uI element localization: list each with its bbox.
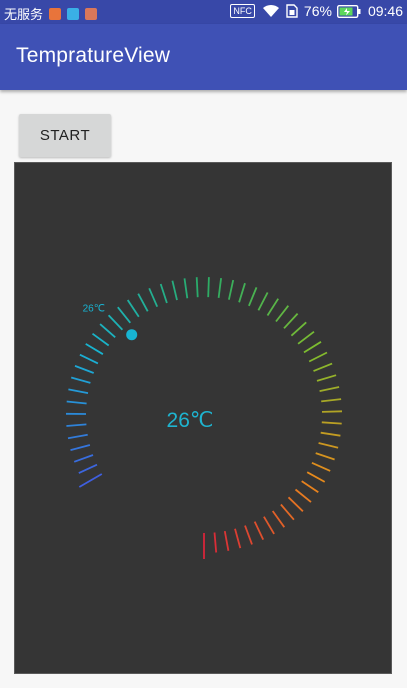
gauge-tick (253, 521, 265, 540)
gauge-tick (318, 442, 339, 449)
gauge-tick (207, 277, 210, 298)
gauge-tick (271, 510, 286, 528)
gauge-tick (91, 332, 110, 347)
gauge-tick (78, 473, 103, 488)
gauge-tick (223, 530, 230, 551)
wifi-icon (262, 4, 280, 18)
gauge-tick (73, 454, 94, 463)
gauge-tick (244, 525, 253, 545)
gauge-tick (217, 277, 222, 299)
gauge-tick (311, 461, 331, 472)
gauge-tick (266, 298, 279, 316)
center-temperature-label: 26℃ (167, 409, 214, 432)
gauge-tick (126, 299, 140, 318)
gauge-tick (99, 323, 116, 338)
status-bar: 无服务 NFC 76% 09:46 (0, 0, 407, 24)
gauge-tick (117, 306, 132, 324)
gauge-tick (148, 287, 159, 308)
gauge-tick (280, 503, 295, 521)
status-right: NFC 76% 09:46 (230, 3, 403, 19)
gauge-tick (74, 365, 95, 374)
gauge-tick (297, 330, 315, 345)
gauge-tick (320, 431, 341, 437)
gauge-tick (137, 293, 149, 312)
gauge-tick (303, 341, 322, 354)
gauge-tick (234, 528, 242, 549)
gauge-tick (321, 410, 343, 413)
message-notification-icon (67, 7, 80, 20)
gauge-tick (321, 398, 342, 403)
gauge-tick (257, 292, 269, 311)
gauge-tick (316, 374, 337, 382)
clock: 09:46 (367, 3, 403, 19)
gauge-tick (306, 471, 326, 483)
gauge-tick (195, 277, 199, 298)
gauge-tick (107, 314, 124, 331)
gauge-tick (321, 421, 342, 425)
nfc-icon: NFC (230, 4, 255, 18)
gauge-tick (238, 282, 246, 303)
app-title: TempratureView (16, 44, 171, 67)
gauge-tick (67, 433, 88, 440)
gauge-tick (70, 444, 91, 451)
gauge-tick (308, 351, 328, 363)
gauge-tick (290, 321, 307, 337)
gauge-tick (287, 496, 304, 512)
gauge-tick (283, 312, 299, 329)
status-left: 无服务 (4, 4, 103, 23)
gauge-tick (301, 480, 319, 494)
mail-notification-icon (49, 7, 62, 20)
gauge-tick (315, 452, 335, 461)
gauge-tick (313, 362, 333, 372)
temperature-view-panel: 26℃ 26℃ (14, 162, 392, 674)
gauge-tick (319, 386, 340, 392)
gauge-tick (70, 376, 91, 384)
start-button[interactable]: START (19, 114, 111, 157)
gauge-tick (66, 423, 87, 427)
gauge-tick (228, 279, 235, 300)
app-notification-icon (85, 7, 98, 20)
gauge-tick (171, 280, 178, 301)
gauge-tick (79, 353, 99, 365)
gauge-tick (85, 343, 104, 355)
gauge-tick (248, 287, 258, 307)
gauge-tick (183, 278, 189, 299)
gauge-tick (159, 283, 168, 304)
gauge-tick (68, 388, 89, 394)
gauge-tick (213, 532, 218, 553)
gauge-tick (66, 400, 87, 405)
indicator-temperature-label: 26℃ (83, 303, 105, 314)
gauge-tick (294, 488, 312, 503)
app-bar: TempratureView (0, 24, 407, 90)
sim-icon (286, 4, 298, 18)
battery-percent: 76% (303, 3, 332, 19)
temperature-indicator-dot (126, 329, 138, 341)
gauge-tick (78, 463, 98, 474)
carrier-label: 无服务 (4, 7, 44, 22)
temperature-gauge: 26℃ 26℃ (65, 277, 343, 559)
battery-charging-icon (336, 4, 361, 18)
gauge-tick (275, 305, 290, 323)
gauge-tick (263, 516, 275, 535)
